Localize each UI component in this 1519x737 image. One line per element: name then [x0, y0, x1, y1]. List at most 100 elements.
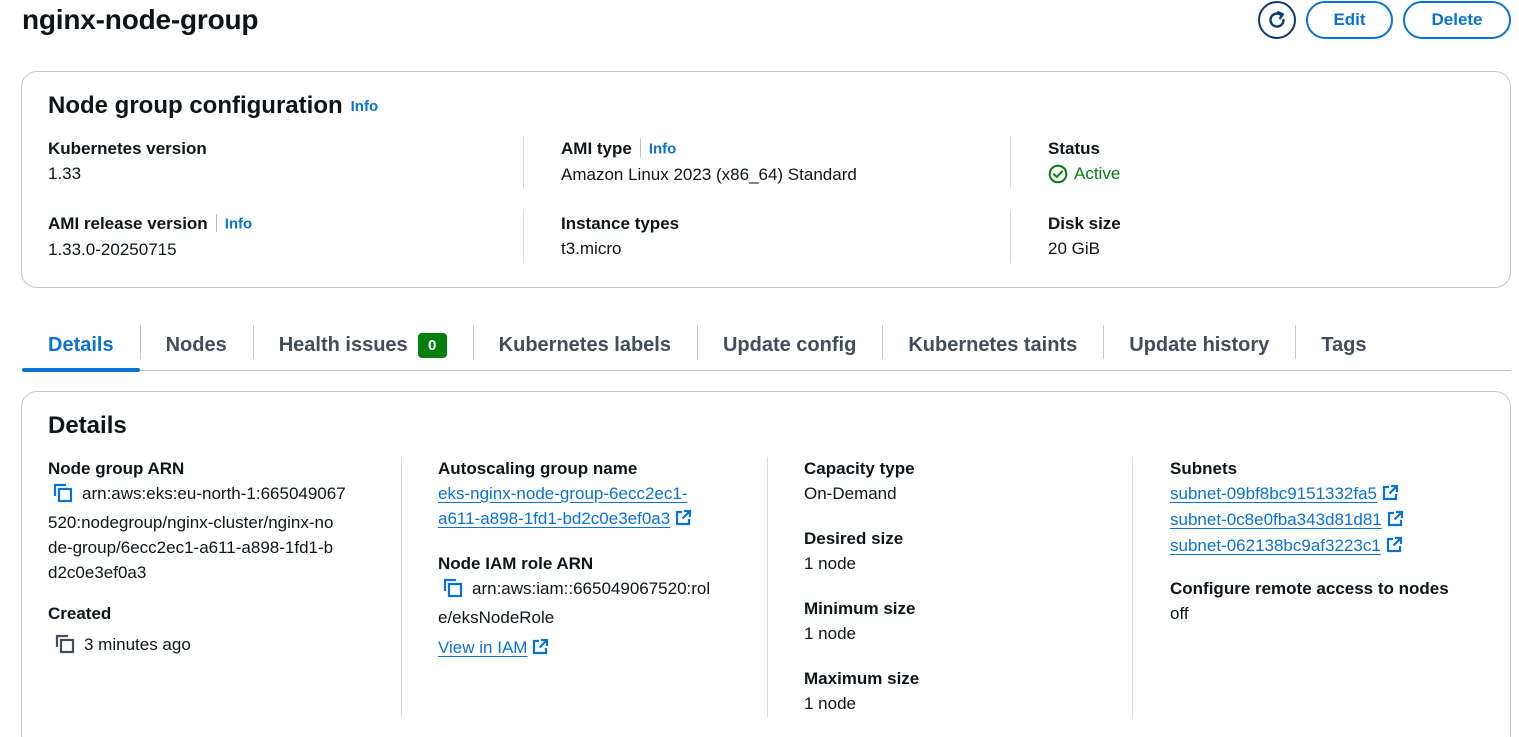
- created-text: 3 minutes ago: [84, 635, 191, 654]
- maximum-size-label: Maximum size: [804, 669, 920, 688]
- autoscaling-group-link[interactable]: eks-nginx-node-group-6ecc2ec1- a611-a898…: [438, 481, 758, 532]
- disk-size-value: 20 GiB: [1048, 239, 1100, 258]
- capacity-type-label: Capacity type: [804, 459, 915, 478]
- maximum-size-value: 1 node: [804, 694, 856, 713]
- arn-line: de-group/6ecc2ec1-a611-a898-1fd1-b: [48, 538, 334, 557]
- column-divider: [1010, 211, 1011, 263]
- iam-line: e/eksNodeRole: [438, 608, 555, 627]
- status-label: Status: [1048, 139, 1100, 158]
- column-divider: [767, 457, 768, 717]
- tab-kubernetes-taints[interactable]: Kubernetes taints: [882, 320, 1103, 370]
- tab-nodes[interactable]: Nodes: [139, 320, 253, 370]
- column-divider: [523, 136, 524, 188]
- minimum-size-value: 1 node: [804, 624, 856, 643]
- disk-size-field: Disk size 20 GiB: [1048, 212, 1121, 261]
- refresh-button[interactable]: [1258, 1, 1296, 39]
- delete-button[interactable]: Delete: [1403, 1, 1511, 39]
- ami-release-version-value: 1.33.0-20250715: [48, 239, 177, 259]
- node-group-arn-value: arn:aws:eks:eu-north-1:665049067 520:nod…: [48, 481, 378, 585]
- page-title: nginx-node-group: [22, 4, 259, 35]
- view-in-iam-link[interactable]: View in IAM: [438, 638, 527, 657]
- created-field: Created 3 minutes ago: [48, 602, 191, 661]
- tab-label: Tags: [1321, 333, 1367, 356]
- subnet-link[interactable]: subnet-0c8e0fba343d81d81: [1170, 510, 1382, 529]
- detail-tabs: Details Nodes Health issues 0 Kubernetes …: [22, 320, 1511, 372]
- edit-button[interactable]: Edit: [1306, 1, 1393, 39]
- desired-size-label: Desired size: [804, 529, 904, 548]
- check-circle-icon: [1048, 164, 1068, 183]
- copy-icon[interactable]: [442, 578, 464, 605]
- remote-access-field: Configure remote access to nodes off: [1170, 577, 1449, 626]
- arn-line: arn:aws:eks:eu-north-1:665049067: [82, 484, 346, 503]
- capacity-type-field: Capacity type On-Demand: [804, 457, 915, 506]
- arn-line: d2c0e3ef0a3: [48, 563, 147, 582]
- ami-type-label: AMI type Info: [561, 137, 857, 162]
- minimum-size-label: Minimum size: [804, 599, 916, 618]
- subnet-item[interactable]: subnet-09bf8bc9151332fa5: [1170, 481, 1404, 507]
- ami-type-label-text: AMI type: [561, 139, 632, 158]
- remote-access-value: off: [1170, 604, 1189, 623]
- copy-icon[interactable]: [52, 483, 74, 510]
- minimum-size-field: Minimum size 1 node: [804, 597, 915, 646]
- tab-update-config[interactable]: Update config: [696, 320, 882, 370]
- tab-health-issues[interactable]: Health issues 0: [252, 320, 473, 370]
- node-iam-role-value: arn:aws:iam::665049067520:rol e/eksNodeR…: [438, 576, 758, 630]
- subnet-link[interactable]: subnet-062138bc9af3223c1: [1170, 536, 1381, 555]
- external-link-icon: [531, 638, 549, 661]
- ami-type-info-link[interactable]: Info: [649, 141, 677, 158]
- subnets-field: Subnets subnet-09bf8bc9151332fa5 subnet-…: [1170, 457, 1404, 559]
- ami-release-info-link[interactable]: Info: [225, 216, 253, 233]
- node-iam-role-label: Node IAM role ARN: [438, 554, 594, 573]
- status-value: Active: [1048, 161, 1120, 186]
- status-text: Active: [1074, 164, 1121, 183]
- desired-size-value: 1 node: [804, 554, 856, 573]
- ami-type-field: AMI type Info Amazon Linux 2023 (x86_64) …: [561, 137, 857, 187]
- created-value: 3 minutes ago: [48, 632, 191, 661]
- asg-link-line[interactable]: eks-nginx-node-group-6ecc2ec1-: [438, 484, 687, 503]
- maximum-size-field: Maximum size 1 node: [804, 667, 919, 716]
- details-card: Details Node group ARN arn:aws:eks:eu-no…: [21, 391, 1511, 737]
- status-field: Status Active: [1048, 137, 1120, 186]
- ami-release-label-text: AMI release version: [48, 214, 208, 233]
- node-group-arn-label: Node group ARN: [48, 459, 185, 478]
- subnet-link[interactable]: subnet-09bf8bc9151332fa5: [1170, 484, 1377, 503]
- tab-label: Nodes: [165, 333, 227, 356]
- column-divider: [1132, 457, 1133, 717]
- instance-types-value: t3.micro: [561, 239, 622, 258]
- node-iam-role-field: Node IAM role ARN arn:aws:iam::665049067…: [438, 552, 758, 661]
- view-in-iam[interactable]: View in IAM: [438, 635, 758, 661]
- details-title: Details: [48, 412, 127, 439]
- tab-label: Details: [48, 333, 114, 356]
- tab-label: Update config: [722, 333, 857, 356]
- tab-update-history[interactable]: Update history: [1103, 320, 1295, 370]
- autoscaling-group-field: Autoscaling group name eks-nginx-node-gr…: [438, 457, 758, 532]
- subnets-label: Subnets: [1170, 459, 1238, 478]
- disk-size-label: Disk size: [1048, 214, 1121, 233]
- remote-access-label: Configure remote access to nodes: [1170, 579, 1449, 598]
- ami-type-value: Amazon Linux 2023 (x86_64) Standard: [561, 164, 857, 184]
- iam-line: arn:aws:iam::665049067520:rol: [472, 579, 711, 598]
- arn-line: 520:nodegroup/nginx-cluster/nginx-no: [48, 513, 334, 532]
- config-info-link[interactable]: Info: [351, 98, 379, 115]
- asg-link-line[interactable]: a611-a898-1fd1-bd2c0e3ef0a3: [438, 509, 670, 528]
- desired-size-field: Desired size 1 node: [804, 527, 903, 576]
- kubernetes-version-value: 1.33: [48, 164, 82, 183]
- tab-kubernetes-labels[interactable]: Kubernetes labels: [472, 320, 697, 370]
- tab-label: Kubernetes labels: [498, 333, 671, 356]
- subnet-item[interactable]: subnet-0c8e0fba343d81d81: [1170, 507, 1404, 533]
- subnet-list: subnet-09bf8bc9151332fa5 subnet-0c8e0fba…: [1170, 481, 1404, 559]
- tab-details[interactable]: Details: [22, 320, 140, 372]
- refresh-icon: [1269, 11, 1285, 28]
- created-label: Created: [48, 604, 112, 623]
- tab-label: Health issues: [278, 333, 408, 356]
- autoscaling-group-label: Autoscaling group name: [438, 459, 638, 478]
- instance-types-label: Instance types: [561, 214, 680, 233]
- subnet-item[interactable]: subnet-062138bc9af3223c1: [1170, 533, 1404, 559]
- external-link-icon: [1381, 484, 1399, 507]
- header-actions: Edit Delete: [1258, 1, 1511, 39]
- config-title-text: Node group configuration: [48, 92, 343, 119]
- tab-label: Kubernetes taints: [908, 333, 1078, 356]
- tab-tags[interactable]: Tags: [1295, 320, 1392, 370]
- capacity-type-value: On-Demand: [804, 484, 897, 503]
- external-link-icon: [1385, 536, 1403, 559]
